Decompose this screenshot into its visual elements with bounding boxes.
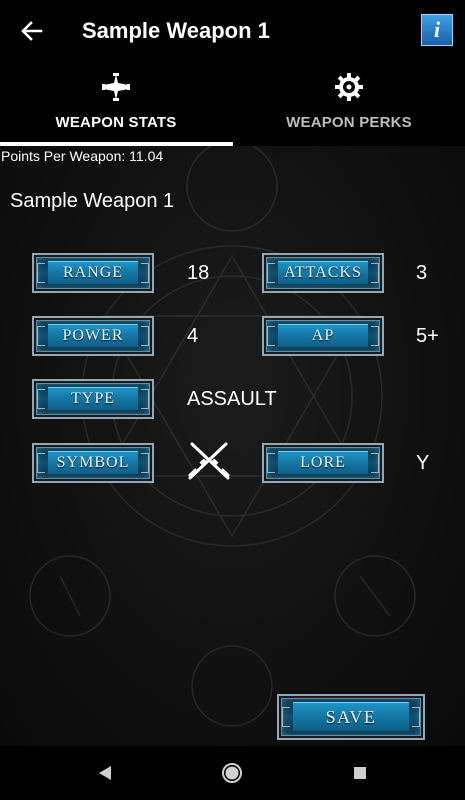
type-value: ASSAULT <box>187 388 277 410</box>
lore-label: LORE <box>300 454 346 471</box>
attacks-button[interactable]: ATTACKS <box>262 253 384 293</box>
gear-icon <box>335 73 363 101</box>
page-title: Sample Weapon 1 <box>82 18 270 43</box>
power-button[interactable]: POWER <box>32 316 154 356</box>
weapon-stats-panel: Points Per Weapon: 11.04 Sample Weapon 1… <box>0 146 465 746</box>
points-per-weapon: Points Per Weapon: 11.04 <box>1 148 164 164</box>
nav-home-button[interactable] <box>219 760 245 786</box>
power-value: 4 <box>187 325 199 347</box>
lore-value: Y <box>416 452 430 474</box>
weapon-name: Sample Weapon 1 <box>10 190 175 212</box>
range-value: 18 <box>187 262 210 284</box>
tab-weapon-perks[interactable]: WEAPON PERKS <box>233 62 465 146</box>
tab-weapon-perks-label: WEAPON PERKS <box>286 114 412 131</box>
info-button[interactable]: i <box>421 14 453 46</box>
type-button[interactable]: TYPE <box>32 379 154 419</box>
attacks-label: ATTACKS <box>284 264 362 281</box>
ap-button[interactable]: AP <box>262 316 384 356</box>
nav-recents-button[interactable] <box>347 760 373 786</box>
info-icon: i <box>433 17 441 42</box>
system-nav-bar <box>0 746 465 800</box>
power-label: POWER <box>62 327 124 344</box>
symbol-button[interactable]: SYMBOL <box>32 443 154 483</box>
nav-home-icon <box>222 763 242 783</box>
ap-label: AP <box>311 327 335 344</box>
cross-icon <box>102 73 130 101</box>
symbol-label: SYMBOL <box>56 454 130 471</box>
crossed-rifles-icon <box>187 442 231 480</box>
tab-weapon-stats-label: WEAPON STATS <box>55 114 177 131</box>
save-button[interactable]: SAVE <box>277 694 425 740</box>
save-label: SAVE <box>325 706 377 727</box>
app-bar: Sample Weapon 1 i <box>0 0 465 62</box>
ap-value: 5+ <box>416 325 439 347</box>
range-label: RANGE <box>62 264 124 281</box>
nav-recents-icon <box>354 767 366 779</box>
arrow-left-icon <box>21 21 43 41</box>
attacks-value: 3 <box>416 262 428 284</box>
range-button[interactable]: RANGE <box>32 253 154 293</box>
nav-back-button[interactable] <box>92 760 118 786</box>
back-button[interactable] <box>18 16 46 46</box>
type-label: TYPE <box>71 390 115 407</box>
lore-button[interactable]: LORE <box>262 443 384 483</box>
tab-weapon-stats[interactable]: WEAPON STATS <box>0 62 232 146</box>
tab-bar: WEAPON STATS WEAPON PERKS <box>0 62 465 146</box>
nav-back-icon <box>99 766 111 780</box>
